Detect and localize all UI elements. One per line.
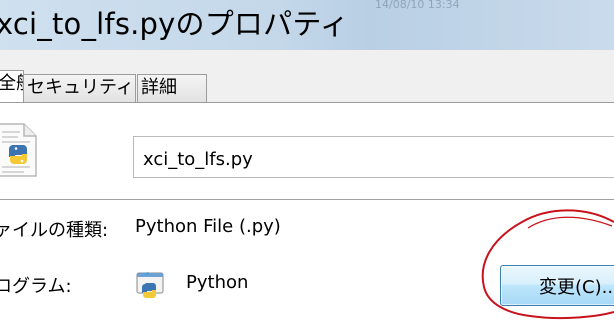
change-program-button[interactable]: 変更(C)... [500, 265, 614, 306]
tab-general[interactable]: 全般 [0, 70, 34, 103]
python-file-icon [0, 122, 38, 178]
python-launcher-icon [134, 270, 168, 304]
file-type-label: ファイルの種類: [0, 220, 109, 241]
tab-security[interactable]: セキュリティ [23, 74, 136, 102]
file-name-input[interactable] [134, 137, 614, 177]
background-window-text: 14/08/10 13:34 [375, 0, 460, 11]
program-value: Python [186, 272, 249, 293]
program-label: プログラム: [0, 276, 72, 297]
file-type-value: Python File (.py) [135, 216, 281, 237]
title-bar: 14/08/10 13:34 xci_to_lfs.pyのプロパティ [0, 0, 614, 50]
file-name-field[interactable] [133, 136, 614, 178]
tab-details[interactable]: 詳細 [137, 74, 207, 102]
divider [0, 199, 614, 200]
window-title: xci_to_lfs.pyのプロパティ [0, 7, 349, 41]
